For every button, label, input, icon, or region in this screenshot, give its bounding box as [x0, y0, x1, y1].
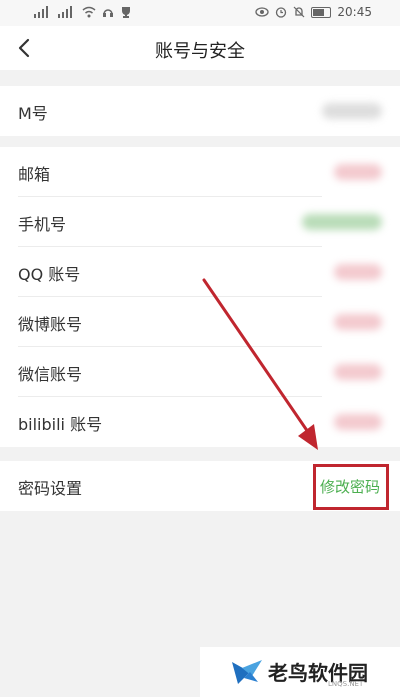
- header-bar: 账号与安全: [0, 26, 400, 70]
- status-left-icons: [34, 6, 132, 18]
- phone-label: 手机号: [18, 215, 67, 234]
- email-value: [334, 164, 382, 180]
- watermark-domain: LNQS.NET: [328, 680, 364, 688]
- qq-label: QQ 账号: [18, 265, 81, 284]
- alarm-icon: [276, 7, 287, 18]
- m-number-label: M号: [18, 104, 48, 123]
- phone-value: [302, 214, 382, 230]
- weibo-value: [334, 314, 382, 330]
- m-number-section: M号: [0, 86, 400, 136]
- bilibili-row[interactable]: bilibili 账号: [0, 397, 400, 447]
- phone-row[interactable]: 手机号: [0, 197, 400, 247]
- bilibili-value: [334, 414, 382, 430]
- email-label: 邮箱: [18, 165, 51, 184]
- linked-accounts-section: 邮箱 手机号 QQ 账号 微博账号 微信账号 bilibili 账号: [0, 147, 400, 447]
- signal-icon: [58, 6, 76, 18]
- password-label: 密码设置: [18, 479, 83, 498]
- m-number-value: [322, 103, 382, 119]
- email-row[interactable]: 邮箱: [0, 147, 400, 197]
- eye-icon: [255, 7, 270, 17]
- page-title: 账号与安全: [155, 41, 245, 62]
- trophy-icon: [122, 7, 130, 18]
- weibo-row[interactable]: 微博账号: [0, 297, 400, 347]
- annotation-highlight-box: [313, 464, 389, 510]
- status-right-icons: 20:45: [255, 5, 372, 19]
- wechat-label: 微信账号: [18, 365, 83, 384]
- bird-logo-icon: [232, 660, 262, 684]
- qq-value: [334, 264, 382, 280]
- status-bar: 20:45: [0, 0, 400, 26]
- m-number-row[interactable]: M号: [0, 86, 400, 136]
- signal-icon: [34, 6, 52, 18]
- mute-bell-icon: [293, 6, 305, 18]
- wechat-value: [334, 364, 382, 380]
- status-time: 20:45: [337, 5, 372, 19]
- qq-row[interactable]: QQ 账号: [0, 247, 400, 297]
- headset-icon: [103, 9, 113, 17]
- watermark: 老鸟软件园 LNQS.NET: [200, 647, 400, 697]
- wifi-icon: [82, 6, 96, 18]
- bilibili-label: bilibili 账号: [18, 415, 103, 434]
- battery-icon: [311, 6, 332, 18]
- wechat-row[interactable]: 微信账号: [0, 347, 400, 397]
- weibo-label: 微博账号: [18, 315, 83, 334]
